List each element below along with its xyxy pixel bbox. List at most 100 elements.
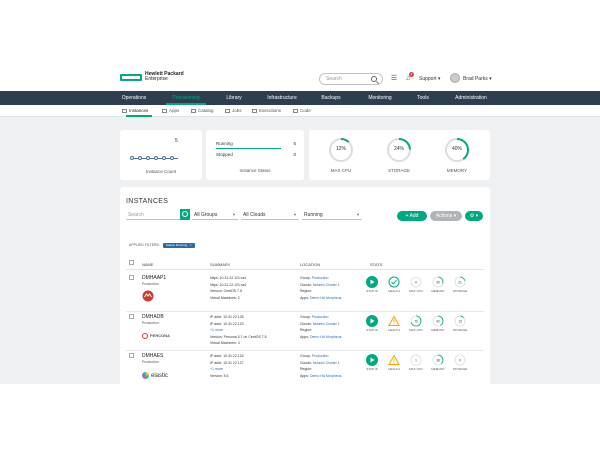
- nav-provisioning[interactable]: Provisioning: [172, 95, 199, 101]
- global-search-input[interactable]: Search: [319, 73, 383, 85]
- subnav-jobs[interactable]: Jobs: [225, 108, 242, 113]
- location-apps-link[interactable]: Demo HA Morpheus: [310, 296, 342, 300]
- hpe-logo[interactable]: Hewlett Packard Enterprise: [120, 72, 210, 86]
- location-group-link[interactable]: Production: [312, 354, 329, 358]
- status-running-label: Running: [216, 141, 233, 146]
- running-bar: [216, 148, 281, 149]
- column-header-stats: STATS: [370, 262, 383, 267]
- stat-mini-gauge: 13: [454, 314, 466, 327]
- subnav-catalog-label: Catalog: [198, 108, 214, 113]
- summary-line: Version: 5.6: [210, 373, 229, 378]
- health-warning-icon[interactable]: [388, 314, 400, 326]
- subnav-active-indicator: [126, 115, 152, 117]
- list-icon[interactable]: ☰: [390, 74, 398, 83]
- nav-backups[interactable]: Backups: [321, 95, 340, 101]
- cpu-gauge-value: 12%: [335, 146, 346, 152]
- subnav-catalog[interactable]: Catalog: [191, 108, 214, 113]
- instance-search-button[interactable]: [180, 209, 190, 220]
- subnav-executions[interactable]: Executions: [252, 108, 281, 113]
- applied-filters: APPLIED FILTERS: Status: Running ✕: [129, 243, 195, 248]
- stat-mini-value: 1: [415, 358, 417, 362]
- status-running-icon[interactable]: [366, 314, 378, 327]
- row-checkbox[interactable]: [129, 275, 134, 280]
- bell-icon[interactable]: ♫ 3: [404, 72, 414, 83]
- instance-name-link[interactable]: DMHADB: [142, 314, 164, 320]
- instance-search-input[interactable]: Search: [126, 209, 180, 220]
- add-instance-button[interactable]: + Add: [397, 211, 427, 221]
- elastic-logo-icon: elastic: [142, 372, 168, 379]
- nav-administration[interactable]: Administration: [455, 95, 487, 101]
- instance-status-card: Running 5 Stopped 0 Instance Status: [206, 130, 304, 180]
- instance-location: Group: Production Clouds: Nutanix Cluster…: [300, 314, 341, 340]
- subnav-instances[interactable]: Instances: [122, 108, 148, 113]
- status-running-icon[interactable]: [366, 353, 378, 366]
- table-row[interactable]: DMHADB Production PERCONA IP addr: 10.31.22…: [120, 311, 490, 351]
- settings-menu-button[interactable]: ⚙ ▾: [465, 211, 483, 221]
- chain-dot: [170, 156, 174, 160]
- status-stopped-value: 0: [293, 152, 296, 157]
- status-running-icon[interactable]: [366, 275, 378, 288]
- location-group-link[interactable]: Production: [312, 276, 329, 280]
- nav-tools[interactable]: Tools: [417, 95, 429, 101]
- instance-name-link[interactable]: DMHAAP1: [142, 275, 166, 281]
- table-row[interactable]: DMHAES Production elastic IP addr: 10.31.22…: [120, 350, 490, 384]
- nav-operations[interactable]: Operations: [122, 95, 146, 101]
- column-header-summary[interactable]: SUMMARY: [210, 262, 230, 267]
- applied-filter-tag-text: Status: Running: [165, 243, 188, 247]
- instance-name-link[interactable]: DMHAES: [142, 353, 163, 359]
- row-checkbox[interactable]: [129, 314, 134, 319]
- nav-library[interactable]: Library: [226, 95, 241, 101]
- column-header-name[interactable]: NAME: [142, 262, 154, 267]
- stat-label: STORAGE: [452, 367, 468, 371]
- storage-gauge-label: STORAGE: [388, 168, 410, 173]
- location-cloud-link[interactable]: Nutanix Cluster 1: [313, 283, 340, 287]
- stat-mini-gauge: 70: [410, 314, 422, 327]
- stat-mini-gauge: 0: [410, 275, 422, 288]
- catalog-icon: [191, 108, 196, 113]
- stat-mini-value: 21: [458, 280, 462, 284]
- subnav-apps[interactable]: Apps: [162, 108, 179, 113]
- location-cloud-link[interactable]: Nutanix Cluster 1: [313, 361, 340, 365]
- applied-filter-tag[interactable]: Status: Running ✕: [162, 243, 195, 248]
- stat-label: MEMORY: [431, 289, 445, 293]
- instance-group: Production: [142, 282, 159, 286]
- chain-dot: [154, 156, 158, 160]
- select-all-checkbox[interactable]: [129, 260, 134, 265]
- summary-line: Virtual Machines: 2: [210, 295, 240, 300]
- remove-filter-icon[interactable]: ✕: [189, 243, 192, 247]
- actions-button[interactable]: Actions ▾: [430, 211, 462, 221]
- instances-icon: [122, 108, 127, 113]
- instance-search-placeholder: Search: [128, 212, 144, 218]
- search-icon[interactable]: [371, 76, 377, 82]
- chain-dot: [130, 156, 134, 160]
- apps-icon: [162, 108, 167, 113]
- avatar[interactable]: [450, 73, 460, 83]
- health-ok-icon[interactable]: [388, 275, 400, 288]
- column-header-location[interactable]: LOCATION: [300, 262, 320, 267]
- nav-infrastructure[interactable]: Infrastructure: [267, 95, 296, 101]
- location-group-link[interactable]: Production: [312, 315, 329, 319]
- user-menu[interactable]: Brad Parks ▾: [463, 76, 492, 82]
- subnav-instances-label: Instances: [129, 108, 149, 113]
- usage-gauges-card: 12% MAX CPU 24% STORAGE 40% MEMORY: [309, 130, 490, 180]
- row-checkbox[interactable]: [129, 353, 134, 358]
- stat-mini-gauge: 0: [454, 353, 466, 366]
- nav-monitoring[interactable]: Monitoring: [368, 95, 391, 101]
- instance-summary: IP addr: 10.31.22.124 IP addr: 10.31.22.1…: [210, 353, 244, 379]
- location-apps: Apps: Demo HA Morpheus: [300, 295, 342, 300]
- percona-logo-text: PERCONA: [150, 333, 171, 339]
- location-cloud-link[interactable]: Nutanix Cluster 1: [313, 322, 340, 326]
- stat-mini-value: 13: [458, 319, 462, 323]
- groups-filter-select[interactable]: All Groups ▼: [192, 209, 238, 220]
- support-menu[interactable]: Support ▾: [419, 76, 440, 82]
- status-filter-select[interactable]: Running ▼: [302, 209, 362, 220]
- clouds-filter-select[interactable]: All Clouds ▼: [241, 209, 299, 220]
- location-apps-link[interactable]: Demo HA Morpheus: [310, 374, 342, 378]
- instances-panel: INSTANCES Search All Groups ▼ All Clouds ▼…: [120, 187, 490, 384]
- instance-count-value: 5: [175, 138, 178, 144]
- table-row[interactable]: DMHAAP1 Production https: 10.31.22.121:ss1…: [120, 272, 490, 312]
- location-apps-link[interactable]: Demo HA Morpheus: [310, 335, 342, 339]
- health-warning-icon[interactable]: [388, 353, 400, 365]
- subnav-jobs-label: Jobs: [232, 108, 242, 113]
- subnav-code[interactable]: Code: [293, 108, 311, 113]
